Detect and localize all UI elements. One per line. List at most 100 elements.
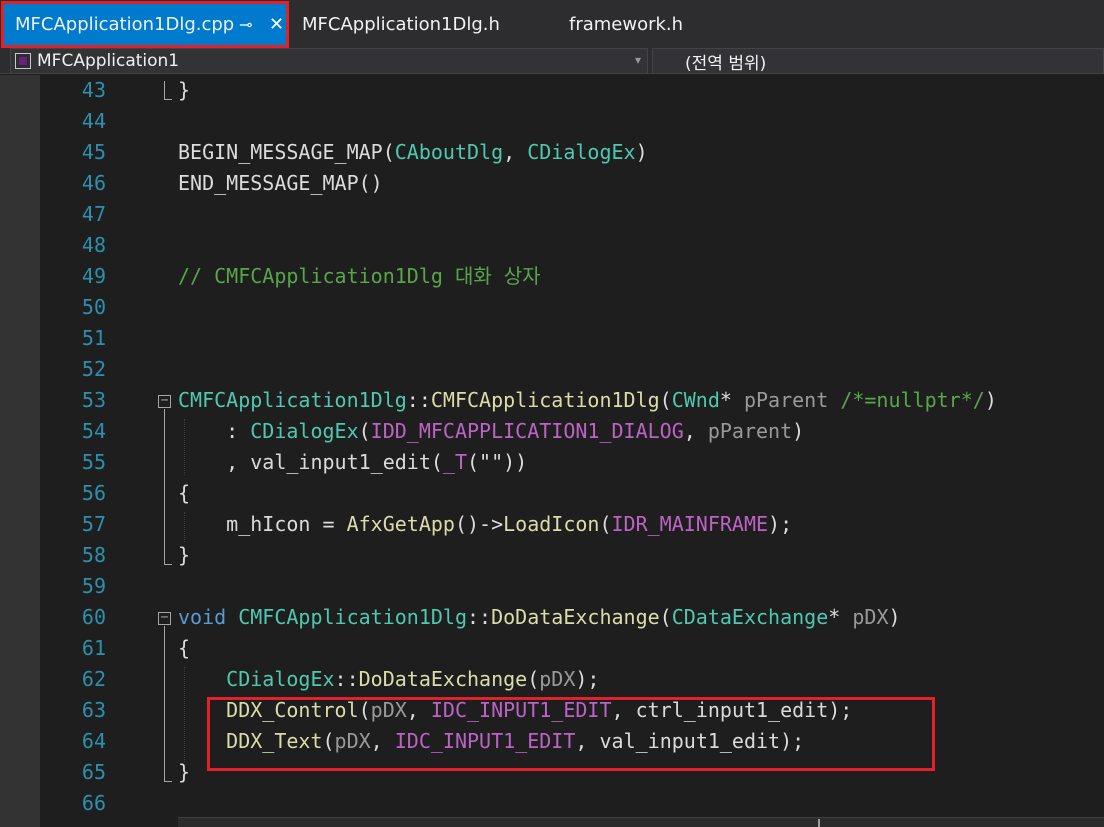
code-token: ); [780, 729, 805, 753]
code-token: void [178, 605, 227, 629]
code-token: , [406, 698, 431, 722]
code-line[interactable]: 62 CDialogEx::DoDataExchange(pDX); [0, 664, 1104, 695]
code-line[interactable]: 59 [0, 571, 1104, 602]
code-text: BEGIN_MESSAGE_MAP(CAboutDlg, CDialogEx) [178, 137, 648, 168]
collapse-icon[interactable]: − [158, 611, 171, 625]
line-number: 44 [81, 109, 106, 133]
line-number: 66 [81, 791, 106, 815]
code-text: DDX_Text(pDX, IDC_INPUT1_EDIT, val_input… [178, 726, 804, 757]
code-line[interactable]: 55 , val_input1_edit(_T("")) [0, 447, 1104, 478]
code-token: IDR_MAINFRAME [611, 512, 769, 536]
tab-framework-h[interactable]: framework.h [569, 3, 683, 45]
code-token: _T [442, 450, 468, 474]
close-icon[interactable]: ✕ [269, 14, 284, 35]
fold-guide-end [164, 99, 172, 100]
code-token: : [178, 419, 251, 443]
tab-mfcapplication1dlg-cpp[interactable]: MFCApplication1Dlg.cpp ⊸ ✕ [3, 3, 287, 45]
code-line[interactable]: 58} [0, 540, 1104, 571]
code-line[interactable]: 47 [0, 199, 1104, 230]
code-token: ( [659, 605, 672, 629]
horizontal-scrollbar[interactable] [178, 817, 1104, 827]
code-line[interactable]: 48 [0, 230, 1104, 261]
line-number: 62 [81, 667, 106, 691]
line-number: 51 [81, 326, 106, 350]
code-token: ( [382, 140, 395, 164]
code-token: DDX_Text [226, 729, 323, 753]
pin-icon[interactable]: ⊸ [239, 15, 252, 34]
code-text: void CMFCApplication1Dlg::DoDataExchange… [178, 602, 901, 633]
line-number: 53 [81, 388, 106, 412]
code-line[interactable]: 52 [0, 354, 1104, 385]
code-line[interactable]: 66 [0, 788, 1104, 819]
code-line[interactable]: 54 : CDialogEx(IDD_MFCAPPLICATION1_DIALO… [0, 416, 1104, 447]
code-token: ( [322, 729, 335, 753]
code-line[interactable]: 65} [0, 757, 1104, 788]
fold-guide-end [164, 564, 172, 565]
code-token: ) [888, 605, 901, 629]
code-line[interactable]: 50 [0, 292, 1104, 323]
code-token: ) [635, 140, 648, 164]
fold-guide-end [164, 781, 172, 782]
code-text: CMFCApplication1Dlg::CMFCApplication1Dlg… [178, 385, 997, 416]
document-tab-bar: MFCApplication1Dlg.cpp ⊸ ✕ MFCApplicatio… [0, 0, 1104, 48]
code-token: ) [792, 419, 805, 443]
line-number: 45 [81, 140, 106, 164]
code-token: ); [575, 667, 600, 691]
chevron-down-icon[interactable]: ▾ [635, 53, 641, 67]
line-number: 50 [81, 295, 106, 319]
code-token: BEGIN_MESSAGE_MAP [178, 140, 383, 164]
code-line[interactable]: 46 END_MESSAGE_MAP() [0, 168, 1104, 199]
code-token: :: [334, 667, 359, 691]
code-line[interactable]: 43} [0, 75, 1104, 106]
code-line[interactable]: 56 { [0, 478, 1104, 509]
code-line[interactable]: 45 BEGIN_MESSAGE_MAP(CAboutDlg, CDialogEx… [0, 137, 1104, 168]
code-token: // CMFCApplication1Dlg 대화 상자 [178, 264, 541, 288]
code-text: END_MESSAGE_MAP() [178, 168, 383, 199]
code-token: :: [406, 388, 431, 412]
code-token: CWnd [671, 388, 720, 412]
code-line[interactable]: 61 { [0, 633, 1104, 664]
code-token: val_input1_edit [599, 729, 781, 753]
code-token: = [310, 512, 347, 536]
scope-dropdown[interactable]: (전역 범위) [652, 48, 1104, 74]
code-token: pDX [852, 605, 889, 629]
code-line[interactable]: 63 DDX_Control(pDX, IDC_INPUT1_EDIT, ctr… [0, 695, 1104, 726]
code-token: { [178, 481, 191, 505]
code-token: CDialogEx [250, 419, 359, 443]
code-token: ( [599, 512, 612, 536]
scrollbar-marker [818, 819, 820, 827]
collapse-icon[interactable]: − [158, 394, 171, 408]
code-line[interactable]: 51 [0, 323, 1104, 354]
code-token: ( [430, 450, 443, 474]
project-label: MFCApplication1 [37, 51, 180, 71]
code-line[interactable]: 49 // CMFCApplication1Dlg 대화 상자 [0, 261, 1104, 292]
code-line[interactable]: 64 DDX_Text(pDX, IDC_INPUT1_EDIT, val_in… [0, 726, 1104, 757]
code-text: , val_input1_edit(_T("")) [178, 447, 527, 478]
code-token: ); [828, 698, 853, 722]
tab-label: MFCApplication1Dlg.cpp [15, 13, 235, 35]
code-token: ()-> [454, 512, 504, 536]
code-token: ) [984, 388, 997, 412]
code-editor[interactable]: 43} 44 45 BEGIN_MESSAGE_MAP(CAboutDlg, CDia… [0, 75, 1104, 827]
tab-mfcapplication1dlg-h[interactable]: MFCApplication1Dlg.h [302, 3, 500, 45]
line-number: 54 [81, 419, 106, 443]
line-number: 65 [81, 760, 106, 784]
code-text: m_hIcon = AfxGetApp()->LoadIcon(IDR_MAIN… [178, 509, 792, 540]
code-token: ("")) [467, 450, 528, 474]
line-number: 46 [81, 171, 106, 195]
code-token: ( [659, 388, 672, 412]
code-token: ctrl_input1_edit [635, 698, 829, 722]
tab-label: MFCApplication1Dlg.h [302, 13, 500, 35]
fold-guide [164, 81, 165, 99]
project-dropdown[interactable]: MFCApplication1 ▾ [10, 48, 648, 74]
code-line[interactable]: 44 [0, 106, 1104, 137]
line-number: 63 [81, 698, 106, 722]
code-token: CMFCApplication1Dlg [238, 605, 467, 629]
code-text: CDialogEx::DoDataExchange(pDX); [178, 664, 599, 695]
code-token: pParent [707, 419, 793, 443]
code-token: DDX_Control [226, 698, 359, 722]
code-token: CMFCApplication1Dlg [430, 388, 660, 412]
code-line[interactable]: 57 m_hIcon = AfxGetApp()->LoadIcon(IDR_M… [0, 509, 1104, 540]
